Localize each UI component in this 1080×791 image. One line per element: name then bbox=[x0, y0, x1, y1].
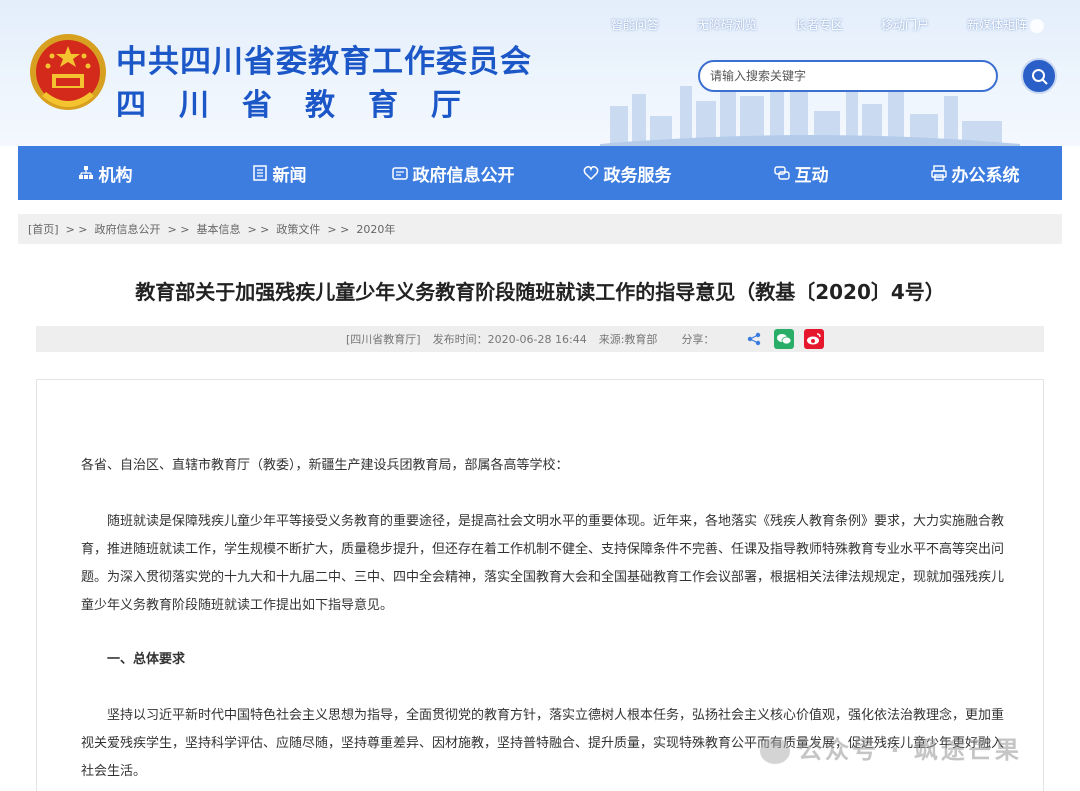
org-icon bbox=[78, 166, 93, 179]
article-meta: [四川省教育厅] 发布时间：2020-06-28 16:44 来源:教育部 分享… bbox=[36, 326, 1044, 352]
main-nav: 机构 新闻 政府信息公开 政务服务 互动 办公系统 bbox=[18, 146, 1062, 200]
breadcrumb-separator: > > bbox=[167, 222, 190, 236]
site-header: 中共四川省委教育工作委员会 四川省教育厅 智能问答 无障碍浏览 长者专区 移动门… bbox=[0, 0, 1080, 146]
weibo-share-button[interactable] bbox=[804, 329, 825, 349]
breadcrumb-separator: > > bbox=[327, 222, 350, 236]
wechat-watermark-icon bbox=[760, 738, 790, 764]
org-title: 中共四川省委教育工作委员会 bbox=[116, 44, 532, 80]
top-links: 智能问答 无障碍浏览 长者专区 移动门户 新媒体矩阵 bbox=[573, 16, 1044, 33]
breadcrumb-home[interactable]: [首页] bbox=[28, 221, 59, 237]
watermark-text: 公众号 · 飒途芒果 bbox=[798, 736, 1022, 764]
top-link-elder[interactable]: 长者专区 bbox=[795, 16, 843, 33]
article-title: 教育部关于加强残疾儿童少年义务教育阶段随班就读工作的指导意见（教基〔2020〕4… bbox=[135, 280, 945, 304]
wechat-share-button[interactable] bbox=[774, 329, 795, 349]
nav-label: 办公系统 bbox=[951, 165, 1020, 186]
top-link-mobile[interactable]: 移动门户 bbox=[881, 16, 929, 33]
dept-title: 四川省教育厅 bbox=[116, 88, 494, 123]
breadcrumb-year[interactable]: 2020年 bbox=[356, 221, 395, 237]
nav-item-interact[interactable]: 互动 bbox=[714, 146, 888, 200]
national-emblem-icon bbox=[30, 34, 106, 110]
breadcrumb-basic-info[interactable]: 基本信息 bbox=[196, 221, 240, 237]
article-salutation: 各省、自治区、直辖市教育厅（教委），新疆生产建设兵团教育局，部属各高等学校： bbox=[81, 458, 569, 473]
nav-item-org[interactable]: 机构 bbox=[18, 146, 192, 200]
breadcrumb-policy-docs[interactable]: 政策文件 bbox=[276, 221, 320, 237]
nav-label: 机构 bbox=[98, 165, 133, 186]
share-button[interactable] bbox=[744, 329, 764, 349]
nav-item-service[interactable]: 政务服务 bbox=[540, 146, 714, 200]
media-icon bbox=[1030, 18, 1044, 33]
top-link-accessibility[interactable]: 无障碍浏览 bbox=[697, 16, 757, 33]
share-label: 分享： bbox=[681, 333, 715, 346]
search-input[interactable] bbox=[698, 60, 998, 92]
watermark: 公众号 · 飒途芒果 bbox=[760, 730, 1022, 765]
office-icon bbox=[930, 165, 947, 181]
breadcrumb: [首页] > > 政府信息公开 > > 基本信息 > > 政策文件 > > 20… bbox=[18, 214, 1062, 244]
nav-item-office[interactable]: 办公系统 bbox=[888, 146, 1062, 200]
section-heading: 一、总体要求 bbox=[107, 652, 186, 667]
article-paragraph: 随班就读是保障残疾儿童少年平等接受义务教育的重要途径，是提高社会文明水平的重要体… bbox=[81, 514, 1005, 613]
top-link-smart-qa[interactable]: 智能问答 bbox=[611, 16, 659, 33]
breadcrumb-separator: > > bbox=[247, 222, 270, 236]
news-icon bbox=[252, 165, 267, 181]
search-icon bbox=[1032, 69, 1048, 85]
article-origin: 来源:教育部 bbox=[598, 333, 658, 346]
nav-item-news[interactable]: 新闻 bbox=[192, 146, 366, 200]
nav-label: 政府信息公开 bbox=[412, 165, 515, 186]
search-button[interactable] bbox=[1021, 58, 1057, 94]
top-link-media-label: 新媒体矩阵 bbox=[966, 18, 1027, 32]
nav-label: 政务服务 bbox=[603, 165, 672, 186]
share-icon bbox=[748, 332, 761, 346]
breadcrumb-separator: > > bbox=[65, 222, 88, 236]
breadcrumb-info-disclosure[interactable]: 政府信息公开 bbox=[95, 221, 161, 237]
wechat-icon bbox=[777, 334, 792, 345]
publish-time: 发布时间：2020-06-28 16:44 bbox=[432, 333, 587, 346]
info-icon bbox=[391, 167, 408, 180]
nav-label: 互动 bbox=[794, 165, 829, 186]
source-tag: [四川省教育厅] bbox=[346, 333, 421, 346]
nav-label: 新闻 bbox=[272, 165, 307, 186]
interact-icon bbox=[773, 166, 790, 180]
weibo-icon bbox=[807, 333, 822, 345]
top-link-media-matrix[interactable]: 新媒体矩阵 bbox=[967, 16, 1044, 33]
service-icon bbox=[583, 166, 598, 181]
nav-item-info-disclosure[interactable]: 政府信息公开 bbox=[366, 146, 540, 200]
